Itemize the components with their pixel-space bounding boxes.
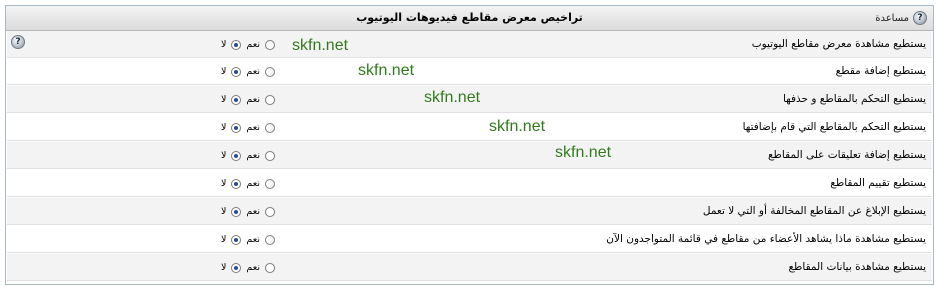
no-label: لا	[221, 39, 227, 50]
no-label: لا	[221, 94, 227, 105]
question-icon[interactable]: ?	[11, 35, 25, 49]
yes-label: نعم	[246, 262, 260, 273]
yes-radio[interactable]	[264, 122, 275, 133]
no-label: لا	[221, 206, 227, 217]
no-radio[interactable]	[231, 178, 242, 189]
permission-row: لا نعم يستطيع إضافة مقطع	[7, 58, 932, 85]
yes-label: نعم	[246, 122, 260, 133]
yes-label: نعم	[246, 234, 260, 245]
yes-radio[interactable]	[264, 66, 275, 77]
help-label: مساعدة	[875, 12, 909, 24]
no-radio[interactable]	[231, 150, 242, 161]
watermark-text: skfn.net	[358, 62, 415, 79]
permission-row: لا نعم يستطيع الإبلاغ عن المقاطع المخالف…	[7, 198, 932, 225]
help-button[interactable]: ? مساعدة	[875, 11, 927, 25]
permission-label: يستطيع التحكم بالمقاطع و حذفها	[782, 93, 926, 105]
yes-no-options: لا نعم	[221, 261, 277, 274]
yes-no-options: لا نعم	[221, 177, 277, 190]
no-radio[interactable]	[231, 66, 242, 77]
permission-label: يستطيع مشاهدة ماذا يشاهد الأعضاء من مقاط…	[606, 233, 926, 245]
no-label: لا	[221, 150, 227, 161]
no-radio[interactable]	[231, 262, 242, 273]
permission-row: لا نعم يستطيع تقييم المقاطع	[7, 170, 932, 197]
yes-radio[interactable]	[264, 150, 275, 161]
yes-no-options: لا نعم	[221, 93, 277, 106]
permission-row: لا نعم يستطيع مشاهدة بيانات المقاطع	[7, 254, 932, 281]
no-label: لا	[221, 234, 227, 245]
no-radio[interactable]	[231, 94, 242, 105]
yes-radio[interactable]	[264, 262, 275, 273]
watermark-text: skfn.net	[489, 118, 546, 135]
watermark-text: skfn.net	[292, 37, 349, 54]
yes-label: نعم	[246, 66, 260, 77]
yes-no-options: لا نعم	[221, 121, 277, 134]
no-radio[interactable]	[231, 39, 242, 50]
panel-title: تراخيص معرض مقاطع فيديوهات اليوتيوب	[356, 11, 583, 24]
yes-radio[interactable]	[264, 234, 275, 245]
yes-label: نعم	[246, 150, 260, 161]
yes-label: نعم	[246, 206, 260, 217]
yes-no-options: لا نعم	[221, 205, 277, 218]
no-radio[interactable]	[231, 122, 242, 133]
permission-label: يستطيع التحكم بالمقاطع التي قام بإضافتها	[742, 121, 926, 133]
watermark-text: skfn.net	[555, 144, 612, 161]
permission-row: لا نعم يستطيع مشاهدة ماذا يشاهد الأعضاء …	[7, 226, 932, 253]
question-icon: ?	[913, 11, 927, 25]
yes-radio[interactable]	[264, 206, 275, 217]
permission-row: لا نعم يستطيع التحكم بالمقاطع التي قام ب…	[7, 114, 932, 141]
permission-label: يستطيع مشاهدة بيانات المقاطع	[788, 261, 926, 273]
yes-no-options: لا نعم	[221, 38, 277, 51]
yes-label: نعم	[246, 39, 260, 50]
permissions-panel: تراخيص معرض مقاطع فيديوهات اليوتيوب ? مس…	[5, 5, 934, 285]
permission-label: يستطيع مشاهدة معرض مقاطع اليوتيوب	[751, 38, 926, 50]
permission-label: يستطيع الإبلاغ عن المقاطع المخالفة أو ال…	[702, 205, 926, 217]
permission-label: يستطيع إضافة مقطع	[835, 65, 926, 77]
yes-no-options: لا نعم	[221, 65, 277, 78]
yes-no-options: لا نعم	[221, 233, 277, 246]
panel-header: تراخيص معرض مقاطع فيديوهات اليوتيوب ? مس…	[6, 6, 933, 31]
permission-row: لا نعم يستطيع إضافة تعليقات على المقاطع	[7, 142, 932, 169]
no-label: لا	[221, 262, 227, 273]
permission-row: ? لا نعم يستطيع مشاهدة معرض مقاطع اليوتي…	[7, 31, 932, 58]
watermark-text: skfn.net	[424, 89, 481, 106]
permission-label: يستطيع إضافة تعليقات على المقاطع	[767, 149, 926, 161]
no-label: لا	[221, 178, 227, 189]
yes-label: نعم	[246, 94, 260, 105]
yes-no-options: لا نعم	[221, 149, 277, 162]
no-label: لا	[221, 122, 227, 133]
permission-label: يستطيع تقييم المقاطع	[830, 177, 926, 189]
no-radio[interactable]	[231, 206, 242, 217]
yes-radio[interactable]	[264, 39, 275, 50]
yes-label: نعم	[246, 178, 260, 189]
no-radio[interactable]	[231, 234, 242, 245]
no-label: لا	[221, 66, 227, 77]
yes-radio[interactable]	[264, 178, 275, 189]
yes-radio[interactable]	[264, 94, 275, 105]
